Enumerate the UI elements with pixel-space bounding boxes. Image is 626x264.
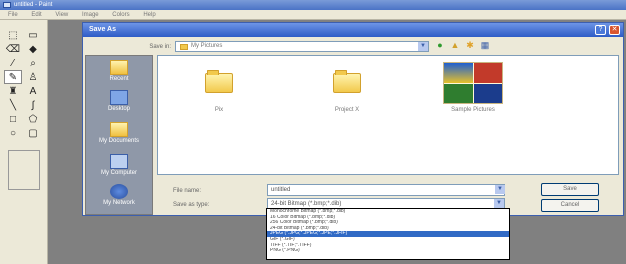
back-icon[interactable]: ●: [435, 40, 445, 50]
save-as-type-label: Save as type:: [173, 202, 210, 208]
chevron-down-icon[interactable]: ▼: [494, 199, 504, 208]
file-item-selected[interactable]: Sample Pictures: [434, 62, 512, 118]
menu-edit[interactable]: Edit: [31, 12, 41, 18]
file-name-label: File name:: [173, 188, 202, 194]
save-as-type-dropdown: Monochrome Bitmap (*.bmp;*.dib) 16 Color…: [266, 208, 510, 260]
rounded-rectangle-icon[interactable]: ▢: [24, 126, 42, 140]
airbrush-icon[interactable]: ♜: [4, 84, 22, 98]
place-my-network[interactable]: My Network: [86, 184, 152, 214]
file-name: Sample Pictures: [451, 107, 495, 113]
network-icon: [110, 184, 128, 199]
ellipse-icon[interactable]: ○: [4, 126, 22, 140]
new-folder-icon[interactable]: ✱: [465, 40, 475, 50]
place-label: Desktop: [107, 106, 130, 112]
free-select-icon[interactable]: ⬚: [4, 28, 22, 42]
folder-thumb: [317, 62, 377, 104]
menu-image[interactable]: Image: [82, 12, 99, 18]
tool-options-box[interactable]: [8, 150, 40, 190]
save-as-dialog: Save As ? ✕ Save in: My Pictures ▼ ● ▲ ✱…: [82, 22, 624, 216]
menu-help[interactable]: Help: [143, 12, 155, 18]
desktop-icon: [110, 90, 128, 105]
recent-folder-icon: [110, 60, 128, 75]
file-name-input[interactable]: untitled: [267, 184, 505, 196]
folder-thumb: [189, 62, 249, 104]
file-item[interactable]: Project X: [308, 62, 386, 118]
paint-app-icon: [3, 2, 11, 8]
color-picker-icon[interactable]: ⁄: [4, 56, 22, 70]
select-icon[interactable]: ▭: [24, 28, 42, 42]
up-folder-icon[interactable]: ▲: [450, 40, 460, 50]
file-item[interactable]: Pix: [180, 62, 258, 118]
save-in-label: Save in:: [149, 44, 171, 50]
menu-view[interactable]: View: [55, 12, 68, 18]
place-desktop[interactable]: Desktop: [86, 90, 152, 120]
eraser-icon[interactable]: ⌫: [4, 42, 22, 56]
text-icon[interactable]: A: [24, 84, 42, 98]
help-button[interactable]: ?: [595, 25, 606, 35]
file-list: Pix Project X Sample Pictures: [157, 55, 619, 175]
curve-icon[interactable]: ∫: [24, 98, 42, 112]
chevron-down-icon[interactable]: ▼: [495, 185, 505, 194]
rectangle-icon[interactable]: □: [4, 112, 22, 126]
place-label: Recent: [109, 76, 129, 82]
places-bar: Recent Desktop My Documents My Computer …: [85, 55, 153, 215]
computer-icon: [110, 154, 128, 169]
place-label: My Network: [103, 200, 135, 206]
file-name: Project X: [334, 107, 360, 113]
folder-thumb: [443, 62, 503, 104]
place-my-computer[interactable]: My Computer: [86, 154, 152, 184]
documents-folder-icon: [110, 122, 128, 137]
type-option[interactable]: PNG (*.PNG): [267, 248, 509, 254]
magnifier-icon[interactable]: ⌕: [24, 56, 42, 70]
folder-icon: [180, 43, 188, 50]
sample-pictures-icon: [444, 63, 502, 103]
folder-icon: [205, 70, 233, 93]
folder-icon: [333, 70, 361, 93]
brush-icon[interactable]: ♙: [24, 70, 42, 84]
paint-window: untitled - Paint File Edit View Image Co…: [0, 0, 626, 264]
chevron-down-icon[interactable]: ▼: [418, 42, 428, 51]
place-label: My Documents: [98, 138, 139, 144]
nav-toolbar: ● ▲ ✱ ▦: [435, 40, 490, 51]
menu-bar: File Edit View Image Colors Help: [0, 10, 626, 20]
save-in-combo[interactable]: My Pictures ▼: [175, 41, 429, 52]
polygon-icon[interactable]: ⬠: [24, 112, 42, 126]
save-button[interactable]: Save: [541, 183, 599, 196]
views-menu-icon[interactable]: ▦: [480, 40, 490, 50]
toolbox: ⬚ ▭ ⌫ ◆ ⁄ ⌕ ✎ ♙ ♜ A ╲ ∫ □ ⬠ ○ ▢: [0, 20, 48, 264]
cancel-button[interactable]: Cancel: [541, 199, 599, 212]
close-button[interactable]: ✕: [609, 25, 620, 35]
line-icon[interactable]: ╲: [4, 98, 22, 112]
menu-colors[interactable]: Colors: [112, 12, 129, 18]
place-recent[interactable]: Recent: [86, 60, 152, 90]
menu-file[interactable]: File: [8, 12, 18, 18]
app-title: untitled - Paint: [14, 2, 53, 8]
file-name: Pix: [214, 107, 224, 113]
save-as-type-value: 24-bit Bitmap (*.bmp;*.dib): [271, 201, 342, 207]
dialog-title: Save As: [83, 23, 623, 37]
place-my-documents[interactable]: My Documents: [86, 122, 152, 152]
pencil-icon[interactable]: ✎: [4, 70, 22, 84]
save-in-value: My Pictures: [191, 43, 223, 49]
place-label: My Computer: [100, 170, 137, 176]
app-title-bar: untitled - Paint: [0, 0, 626, 10]
fill-icon[interactable]: ◆: [24, 42, 42, 56]
